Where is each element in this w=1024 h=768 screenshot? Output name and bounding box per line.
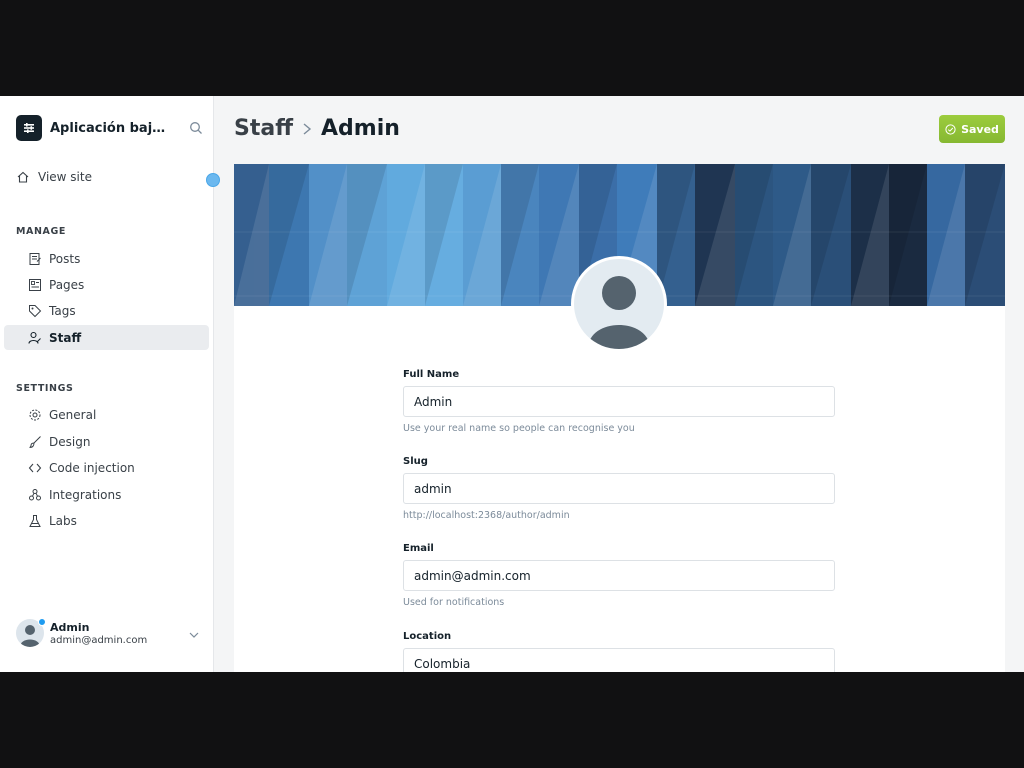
brush-icon <box>28 435 42 449</box>
tag-icon <box>28 304 42 318</box>
sidebar: Aplicación bajo pr... View site MANAGE P… <box>0 96 220 672</box>
full-name-hint: Use your real name so people can recogni… <box>403 423 635 434</box>
staff-icon <box>28 331 42 345</box>
email-input[interactable] <box>403 560 835 591</box>
user-email: admin@admin.com <box>50 634 148 646</box>
chevron-right-icon <box>301 121 313 137</box>
slug-url-hint: http://localhost:2368/author/admin <box>403 510 570 521</box>
breadcrumb-staff-link[interactable]: Staff <box>234 116 293 141</box>
location-input[interactable] <box>403 648 835 672</box>
chevron-down-icon[interactable] <box>188 626 200 645</box>
sidebar-item-posts[interactable]: Posts <box>4 246 209 271</box>
slug-label: Slug <box>403 456 428 467</box>
app-window: Aplicación bajo pr... View site MANAGE P… <box>0 96 1024 672</box>
code-icon <box>28 461 42 475</box>
sidebar-item-label: Tags <box>49 303 76 318</box>
sidebar-item-tags[interactable]: Tags <box>4 298 209 323</box>
brand-logo-icon <box>16 115 42 141</box>
sidebar-item-label: Pages <box>49 277 85 292</box>
location-field: Location <box>403 631 835 672</box>
sidebar-item-labs[interactable]: Labs <box>4 508 209 533</box>
sidebar-item-pages[interactable]: Pages <box>4 272 209 297</box>
letterbox-bottom <box>0 672 1024 768</box>
breadcrumb: Staff Admin <box>234 116 400 141</box>
email-label: Email <box>403 543 434 554</box>
slug-input[interactable] <box>403 473 835 504</box>
sidebar-item-integrations[interactable]: Integrations <box>4 482 209 507</box>
sidebar-item-label: Posts <box>49 251 81 266</box>
location-label: Location <box>403 631 452 642</box>
sidebar-item-staff[interactable]: Staff <box>4 325 209 350</box>
saved-label: Saved <box>961 122 999 136</box>
full-name-label: Full Name <box>403 369 460 380</box>
main-content: Staff Admin Saved Full Name Admin Use yo… <box>214 96 1024 672</box>
settings-section-title: SETTINGS <box>16 383 74 394</box>
sidebar-item-label: Staff <box>49 330 82 345</box>
user-status-dot <box>38 618 46 626</box>
sidebar-item-label: Labs <box>49 513 77 528</box>
letterbox-top <box>0 0 1024 96</box>
brand[interactable]: Aplicación bajo pr... <box>16 115 206 141</box>
sidebar-item-general[interactable]: General <box>4 402 209 427</box>
sidebar-item-label: General <box>49 407 97 422</box>
profile-avatar[interactable] <box>571 256 667 352</box>
page-title: Admin <box>321 116 400 141</box>
view-site-label: View site <box>38 170 92 184</box>
flask-icon <box>28 514 42 528</box>
sidebar-item-code-injection[interactable]: Code injection <box>4 455 209 480</box>
posts-icon <box>28 252 42 266</box>
email-field: Email Used for notifications <box>403 543 835 608</box>
email-hint: Used for notifications <box>403 597 505 608</box>
manage-section-title: MANAGE <box>16 226 66 237</box>
check-circle-icon <box>945 123 956 135</box>
sidebar-item-label: Code injection <box>49 460 135 475</box>
full-name-field: Full Name Use your real name so people c… <box>403 369 835 434</box>
search-icon[interactable] <box>186 118 206 138</box>
view-site-link[interactable]: View site <box>16 170 92 184</box>
sidebar-item-label: Integrations <box>49 487 122 502</box>
sidebar-item-design[interactable]: Design <box>4 429 209 454</box>
home-icon <box>16 170 30 184</box>
full-name-input[interactable] <box>403 386 835 417</box>
saved-button[interactable]: Saved <box>939 115 1005 143</box>
integrations-icon <box>28 488 42 502</box>
pages-icon <box>28 278 42 292</box>
brand-name: Aplicación bajo pr... <box>50 120 174 136</box>
gear-icon <box>28 408 42 422</box>
slug-field: Slug http://localhost:2368/author/admin <box>403 456 835 521</box>
sidebar-item-label: Design <box>49 434 91 449</box>
user-name: Admin <box>50 620 90 634</box>
